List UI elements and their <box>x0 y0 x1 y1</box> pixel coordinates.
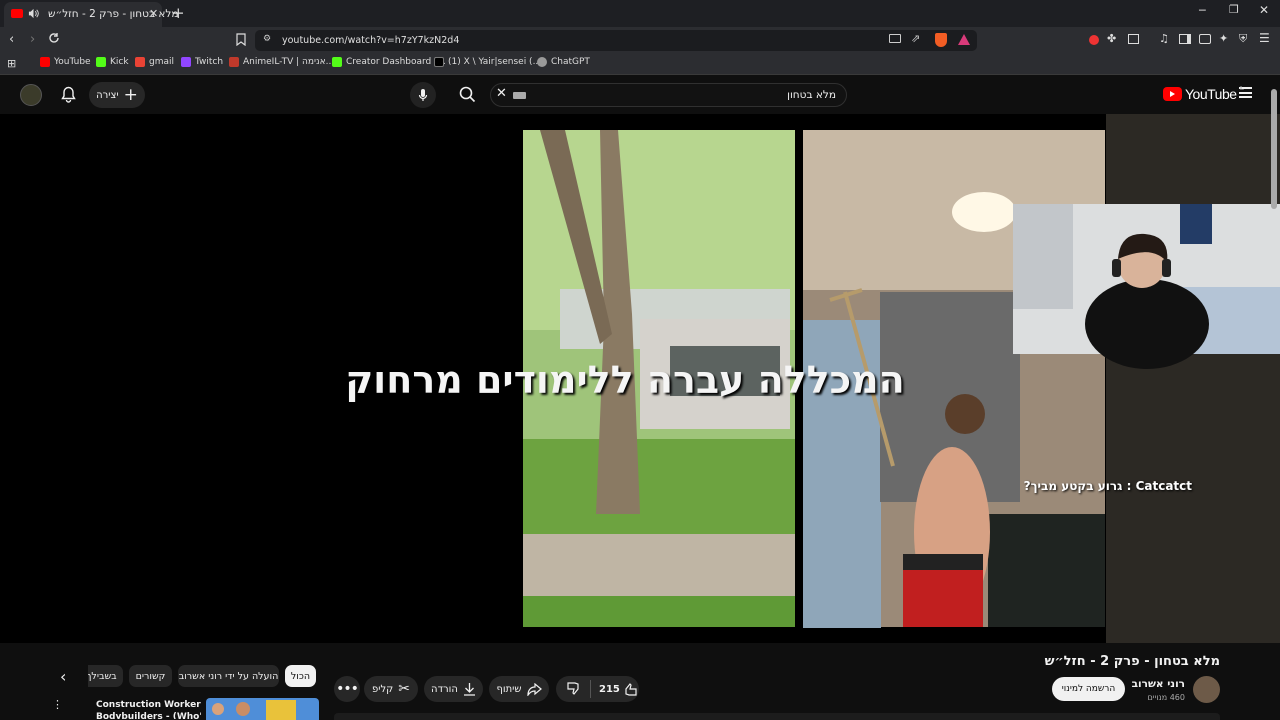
youtube-favicon-icon <box>11 9 23 18</box>
filter-chip[interactable]: בשבילך <box>88 665 123 687</box>
search-icon <box>459 86 476 103</box>
browser-toolbar: ‹ › ⚙ youtube.com/watch?v=h7zY7kzN2d4 ⇗ … <box>0 27 1280 53</box>
vpn-shield-icon[interactable]: ⛨ <box>1239 32 1247 46</box>
bookmark-favicon-icon <box>332 57 342 67</box>
url-text: youtube.com/watch?v=h7zY7kzN2d4 <box>282 35 460 46</box>
cast-icon[interactable] <box>889 34 901 43</box>
video-player[interactable]: המכללה עברה ללימודים מרחוק Catcatct : גר… <box>0 89 1280 643</box>
stream-chat-message: Catcatct : גרוע בקטע מביך? <box>1023 479 1192 493</box>
brave-shields-icon[interactable] <box>935 33 947 47</box>
wallet-icon[interactable] <box>1199 34 1211 44</box>
chevron-left-icon[interactable]: ‹ <box>60 667 66 686</box>
share-page-icon[interactable]: ⇗ <box>911 32 920 45</box>
clip-button[interactable]: קליפ ✂ <box>364 676 418 702</box>
extensions-icon[interactable]: ✤ <box>1107 32 1116 45</box>
bookmark-item[interactable]: Twitch <box>181 57 223 67</box>
like-dislike-group: 215 <box>556 676 639 702</box>
more-actions-button[interactable]: ••• <box>334 676 360 702</box>
youtube-play-logo-icon <box>1163 87 1182 101</box>
search-input[interactable]: ✕ מלא בטחון <box>490 83 847 107</box>
extension-red-icon[interactable] <box>1089 35 1099 45</box>
bookmark-item[interactable]: (1) X \ Yair|sensei (... <box>434 57 541 67</box>
voice-search-button[interactable] <box>410 82 436 108</box>
download-button[interactable]: הורדה <box>424 676 483 702</box>
bookmark-favicon-icon <box>135 57 145 67</box>
address-bar[interactable]: ⚙ youtube.com/watch?v=h7zY7kzN2d4 ⇗ <box>255 30 977 51</box>
more-icon: ••• <box>336 681 359 697</box>
thumbs-up-icon <box>625 683 637 696</box>
bookmark-favicon-icon <box>181 57 191 67</box>
browser-tab-bar: מלא בטחון - פרק 2 - חזל״ש ✕ + ─ ❐ ✕ <box>0 0 1280 27</box>
recommendation-thumbnail[interactable] <box>206 698 319 720</box>
maximize-button[interactable]: ❐ <box>1229 3 1239 16</box>
bookmark-favicon-icon <box>537 57 547 67</box>
notifications-bell-icon[interactable] <box>61 86 76 103</box>
bookmark-item[interactable]: AnimeIL-TV | אנימה... <box>229 57 334 67</box>
site-info-icon[interactable]: ⚙ <box>263 34 271 44</box>
new-tab-button[interactable]: + <box>172 4 185 22</box>
leo-ai-icon[interactable]: ✦ <box>1219 32 1228 45</box>
youtube-logo[interactable]: YouTube IL <box>1163 86 1244 102</box>
download-icon <box>463 683 475 696</box>
close-window-button[interactable]: ✕ <box>1259 3 1269 17</box>
back-icon[interactable]: ‹ <box>9 32 14 47</box>
bookmark-favicon-icon <box>229 57 239 67</box>
scissors-icon: ✂ <box>398 681 410 697</box>
recommendation-more-icon[interactable]: ⋮ <box>52 699 63 710</box>
bookmark-item[interactable]: Creator Dashboard |... <box>332 57 446 67</box>
screenshot-icon[interactable] <box>1128 34 1139 44</box>
search-button[interactable] <box>459 86 476 103</box>
search-query-text: מלא בטחון <box>787 89 836 101</box>
recommendation-title[interactable]: Construction Workers vs. Bodybuilders - … <box>96 699 201 719</box>
watch-details: מלא בטחון - פרק 2 - חזל״ש רוני אשרוב 460… <box>0 643 1280 720</box>
bookmarks-bar: ⊞ YouTube Kick gmail Twitch AnimeIL-TV |… <box>0 53 1280 75</box>
bookmark-item[interactable]: gmail <box>135 57 174 67</box>
keyboard-icon[interactable] <box>513 92 526 99</box>
bookmark-favicon-icon <box>96 57 106 67</box>
bookmark-favicon-icon <box>40 57 50 67</box>
tab-close-icon[interactable]: ✕ <box>149 7 158 20</box>
bookmark-page-icon[interactable] <box>236 33 246 46</box>
thumbs-down-icon <box>567 682 579 695</box>
tab-title: מלא בטחון - פרק 2 - חזל״ש <box>48 8 179 20</box>
plus-icon: + <box>123 84 138 105</box>
bookmark-item[interactable]: ChatGPT <box>537 57 590 67</box>
video-title: מלא בטחון - פרק 2 - חזל״ש <box>1044 654 1220 669</box>
sidebar-icon[interactable] <box>1179 34 1191 44</box>
bookmark-item[interactable]: Kick <box>96 57 129 67</box>
browser-tab[interactable]: מלא בטחון - פרק 2 - חזל״ש ✕ <box>4 2 178 27</box>
avatar[interactable] <box>20 84 42 106</box>
share-icon <box>526 682 542 696</box>
share-button[interactable]: שיתוף <box>489 676 549 702</box>
subscribe-button[interactable]: הרשמה למינוי <box>1052 677 1125 701</box>
page-scrollbar[interactable] <box>1271 89 1277 209</box>
video-overlay-title: המכללה עברה ללימודים מרחוק <box>345 358 905 402</box>
apps-grid-icon[interactable]: ⊞ <box>7 57 16 70</box>
brave-rewards-icon[interactable] <box>958 34 970 45</box>
create-button[interactable]: יצירה + <box>89 82 145 108</box>
forward-icon[interactable]: › <box>30 32 35 47</box>
bookmark-item[interactable]: YouTube <box>40 57 91 67</box>
microphone-icon <box>418 89 428 101</box>
filter-chip-bar: הכול הועלה על ידי רוני אשרוב קשורים בשבי… <box>88 664 320 690</box>
reload-icon[interactable] <box>48 32 60 44</box>
like-button[interactable]: 215 <box>599 682 638 697</box>
comment-strip <box>334 713 1220 720</box>
audio-playing-icon[interactable] <box>28 8 39 19</box>
minimize-button[interactable]: ─ <box>1199 4 1206 17</box>
menu-icon[interactable]: ☰ <box>1259 31 1270 45</box>
like-count: 215 <box>599 684 620 695</box>
clear-search-icon[interactable]: ✕ <box>496 86 507 101</box>
filter-chip[interactable]: הועלה על ידי רוני אשרוב <box>178 665 279 687</box>
channel-name[interactable]: רוני אשרוב <box>1132 678 1185 690</box>
subscriber-count: 460 מנויים <box>1147 693 1185 702</box>
filter-chip[interactable]: הכול <box>285 665 316 687</box>
media-icon[interactable]: ♫ <box>1159 32 1169 45</box>
channel-avatar[interactable] <box>1193 676 1220 703</box>
filter-chip[interactable]: קשורים <box>129 665 172 687</box>
dislike-button[interactable] <box>566 681 581 696</box>
bookmark-favicon-icon <box>434 57 444 67</box>
